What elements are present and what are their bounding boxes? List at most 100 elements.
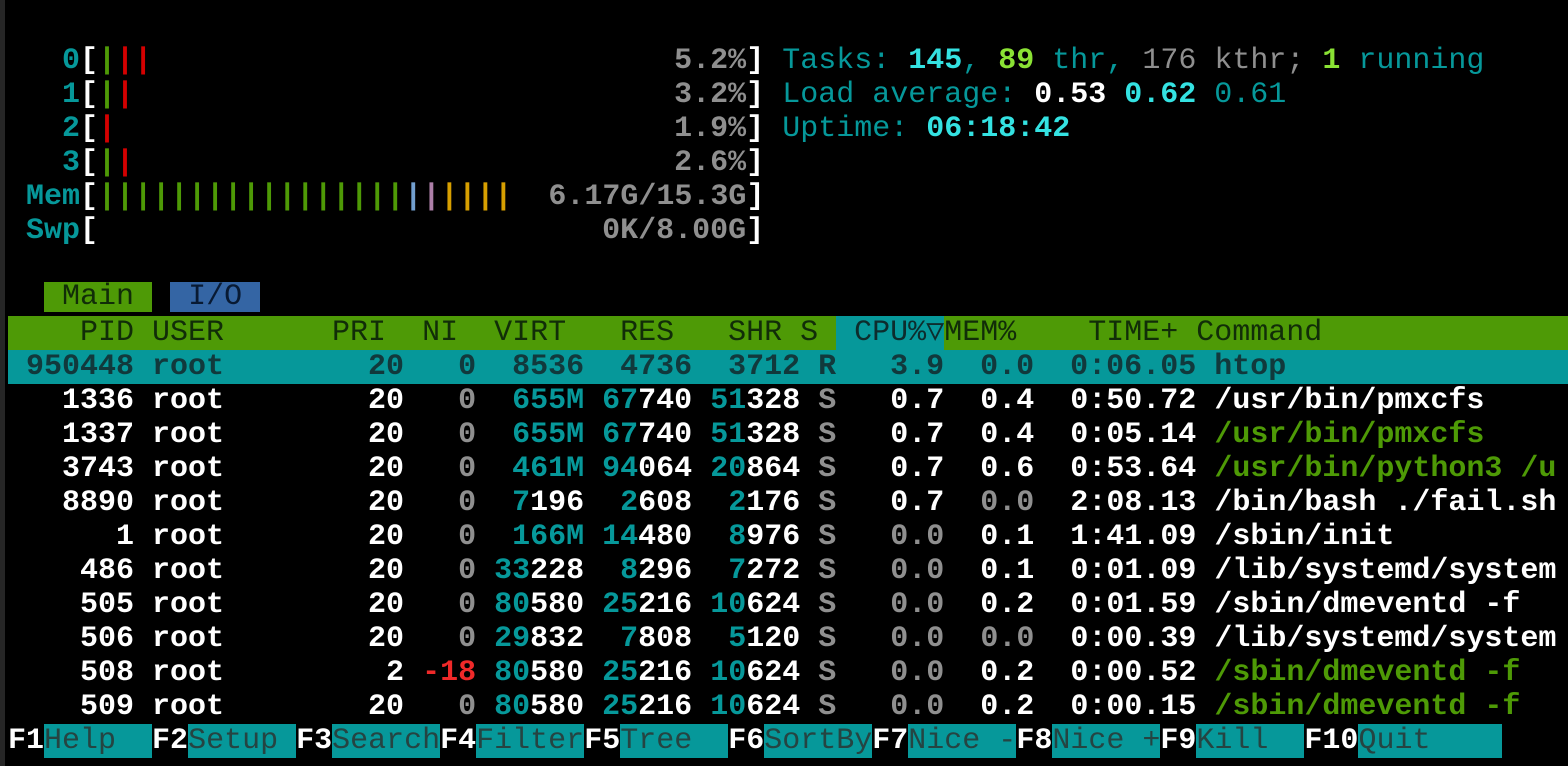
process-row-8890[interactable]: 8890 root 20 0 7196 2608 2176 S 0.7 0.0 … bbox=[8, 486, 1568, 520]
fnkey-F9[interactable]: F9Kill bbox=[1160, 724, 1304, 758]
row-text: S bbox=[818, 452, 836, 486]
row-text: 14 bbox=[602, 520, 638, 554]
row-text: 624 bbox=[746, 656, 800, 690]
row-text: 216 bbox=[638, 656, 692, 690]
process-row-509[interactable]: 509 root 20 0 80580 25216 10624 S 0.0 0.… bbox=[8, 690, 1568, 724]
row-text: 8890 root 20 bbox=[8, 486, 422, 520]
meter-bar: | bbox=[296, 180, 314, 214]
meter-bar: | bbox=[170, 180, 188, 214]
fnkey-F3[interactable]: F3Search bbox=[296, 724, 440, 758]
summary-text: 06:18:42 bbox=[926, 112, 1070, 146]
row-text bbox=[692, 622, 728, 656]
process-row-505[interactable]: 505 root 20 0 80580 25216 10624 S 0.0 0.… bbox=[8, 588, 1568, 622]
process-row-1[interactable]: 1 root 20 0 166M 14480 8976 S 0.0 0.1 1:… bbox=[8, 520, 1568, 554]
fnkey-label: F8 bbox=[1016, 724, 1052, 758]
table-header-text: PID USER PRI NI VIRT RES SHR S bbox=[8, 316, 836, 350]
row-text: 296 bbox=[638, 554, 692, 588]
meter-open-bracket: [ bbox=[80, 146, 98, 180]
summary-text: 0.61 bbox=[1214, 78, 1286, 112]
fnkey-F8[interactable]: F8Nice + bbox=[1016, 724, 1160, 758]
meter-bar: | bbox=[98, 146, 116, 180]
row-text: 0 bbox=[422, 384, 476, 418]
cpu3-label: 3 bbox=[8, 146, 80, 180]
row-text bbox=[692, 656, 710, 690]
fnkey-action: Setup bbox=[188, 724, 296, 758]
process-row-950448[interactable]: 950448 root 20 0 8536 4736 3712 R 3.9 0.… bbox=[8, 350, 1568, 384]
meter-close-bracket: ] bbox=[746, 214, 764, 248]
row-text: 0.0 bbox=[890, 554, 944, 588]
meter-open-bracket: [ bbox=[80, 112, 98, 146]
row-text: 0.0 bbox=[890, 656, 944, 690]
meter-bar: | bbox=[458, 180, 476, 214]
row-text: 608 bbox=[638, 486, 692, 520]
row-text: 505 root 20 bbox=[8, 588, 422, 622]
process-row-486[interactable]: 486 root 20 0 33228 8296 7272 S 0.0 0.1 … bbox=[8, 554, 1568, 588]
row-text: /sbin/dmeventd -f bbox=[1214, 588, 1520, 622]
row-text: 624 bbox=[746, 588, 800, 622]
fnkey-action: Filter bbox=[476, 724, 584, 758]
row-text: 1337 root 20 bbox=[8, 418, 422, 452]
meter-bar: | bbox=[98, 112, 116, 146]
row-text: 272 bbox=[746, 554, 800, 588]
cpu2-label: 2 bbox=[8, 112, 80, 146]
meter-bar: | bbox=[278, 180, 296, 214]
swp-label: Swp bbox=[8, 214, 80, 248]
meter-swp: Swp[ 0K/8.00G] bbox=[8, 214, 1568, 248]
process-row-3743[interactable]: 3743 root 20 0 461M 94064 20864 S 0.7 0.… bbox=[8, 452, 1568, 486]
fnkey-label: F10 bbox=[1304, 724, 1358, 758]
row-text: 7 bbox=[620, 622, 638, 656]
fnkey-label: F5 bbox=[584, 724, 620, 758]
row-text bbox=[800, 622, 818, 656]
row-text: 486 root 20 bbox=[8, 554, 422, 588]
fnkey-F2[interactable]: F2Setup bbox=[152, 724, 296, 758]
mem-value: 6.17G/15.3G bbox=[548, 180, 746, 214]
row-text: 832 bbox=[530, 622, 584, 656]
row-text: 80 bbox=[494, 690, 530, 724]
row-text: 0.0 bbox=[980, 486, 1034, 520]
row-text: 8 bbox=[620, 554, 638, 588]
row-text bbox=[836, 622, 890, 656]
row-text bbox=[584, 384, 602, 418]
meter-bar: | bbox=[116, 44, 134, 78]
cpu3-value: 2.6% bbox=[674, 146, 746, 180]
row-text: 0.7 bbox=[836, 486, 980, 520]
tab-io[interactable]: I/O bbox=[170, 282, 260, 312]
process-row-1337[interactable]: 1337 root 20 0 655M 67740 51328 S 0.7 0.… bbox=[8, 418, 1568, 452]
tab-main[interactable]: Main bbox=[44, 282, 152, 312]
meter-cpu0: 0[||| 5.2%] Tasks: 145, 89 thr, 176 kthr… bbox=[8, 44, 1568, 78]
row-text: 7 bbox=[512, 486, 530, 520]
meter-bar: | bbox=[188, 180, 206, 214]
row-text: 864 bbox=[746, 452, 800, 486]
fnkey-F1[interactable]: F1Help bbox=[8, 724, 152, 758]
fnkey-F4[interactable]: F4Filter bbox=[440, 724, 584, 758]
fnkey-label: F3 bbox=[296, 724, 332, 758]
row-text: 176 bbox=[746, 486, 800, 520]
row-text: 67 bbox=[602, 418, 638, 452]
fnkey-F10[interactable]: F10Quit bbox=[1304, 724, 1502, 758]
row-text: 461M bbox=[476, 452, 584, 486]
fnkey-F5[interactable]: F5Tree bbox=[584, 724, 728, 758]
row-text bbox=[692, 486, 728, 520]
meter-bar: | bbox=[98, 44, 116, 78]
row-text: /sbin/dmeventd -f bbox=[1214, 656, 1520, 690]
meter-bar: | bbox=[386, 180, 404, 214]
row-text: 624 bbox=[746, 690, 800, 724]
table-header[interactable]: PID USER PRI NI VIRT RES SHR S CPU%▽MEM%… bbox=[8, 316, 1568, 350]
fnkey-label: F9 bbox=[1160, 724, 1196, 758]
row-text bbox=[800, 690, 818, 724]
row-text: S bbox=[818, 690, 836, 724]
row-text: 0.0 bbox=[890, 520, 944, 554]
row-text: 655M bbox=[476, 384, 584, 418]
sort-column-cpu[interactable]: CPU%▽ bbox=[836, 316, 944, 350]
row-text: 2 bbox=[620, 486, 638, 520]
row-text bbox=[584, 622, 620, 656]
meter-bar: | bbox=[350, 180, 368, 214]
process-row-1336[interactable]: 1336 root 20 0 655M 67740 51328 S 0.7 0.… bbox=[8, 384, 1568, 418]
process-row-506[interactable]: 506 root 20 0 29832 7808 5120 S 0.0 0.0 … bbox=[8, 622, 1568, 656]
fnkey-F6[interactable]: F6SortBy bbox=[728, 724, 872, 758]
row-text: /usr/bin/python3 /u bbox=[1214, 452, 1556, 486]
row-text: 0 bbox=[422, 690, 476, 724]
process-row-508[interactable]: 508 root 2 -18 80580 25216 10624 S 0.0 0… bbox=[8, 656, 1568, 690]
row-text bbox=[800, 656, 818, 690]
fnkey-F7[interactable]: F7Nice - bbox=[872, 724, 1016, 758]
